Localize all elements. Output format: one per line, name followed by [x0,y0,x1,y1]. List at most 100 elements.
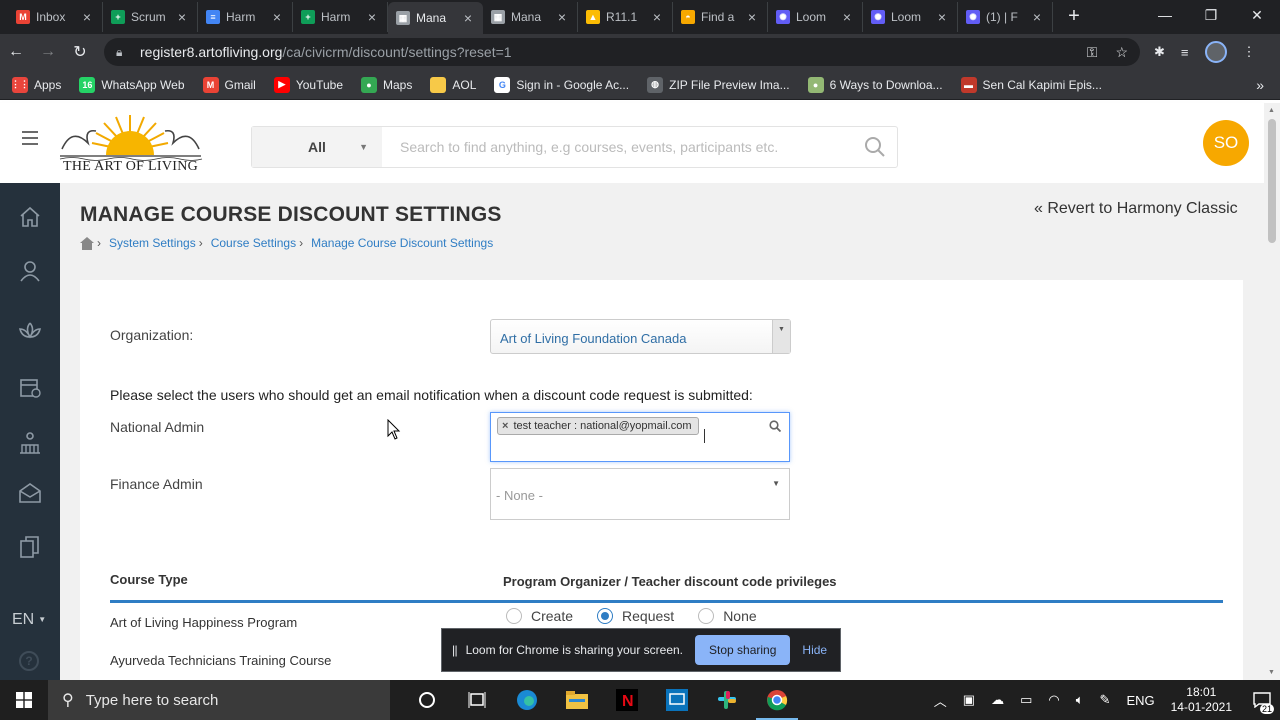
close-window-icon[interactable]: ✕ [1234,0,1280,30]
mail-icon[interactable] [18,481,42,505]
cortana-icon[interactable] [402,680,452,720]
taskbar-search[interactable]: ⚲ Type here to search [48,680,390,720]
page-scrollbar[interactable]: ▲ ▼ [1264,103,1280,680]
pen-icon[interactable]: ✎ [1100,692,1111,708]
slack-icon[interactable] [702,680,752,720]
chrome-icon[interactable] [752,680,802,720]
browser-tab[interactable]: ✺ (1) | F × [958,2,1053,32]
people-icon[interactable] [18,259,42,283]
close-tab-icon[interactable]: × [840,9,854,25]
bookmark-item[interactable]: G Sign in - Google Ac... [494,76,629,93]
edge-icon[interactable] [502,680,552,720]
organization-icon[interactable] [18,431,42,455]
browser-tab[interactable]: + Harm × [293,2,388,32]
onedrive-icon[interactable]: ☁ [991,692,1004,708]
minimize-icon[interactable]: — [1142,0,1188,30]
close-tab-icon[interactable]: × [745,9,759,25]
battery-icon[interactable]: ▭ [1020,692,1032,708]
wifi-icon[interactable]: ◠ [1048,692,1059,708]
key-icon[interactable]: ⚿ [1087,44,1098,61]
back-arrow-icon[interactable]: ← [0,43,32,61]
stop-sharing-button[interactable]: Stop sharing [695,635,791,665]
forward-arrow-icon[interactable]: → [32,43,64,61]
search-icon[interactable] [853,127,897,167]
reload-icon[interactable]: ↻ [64,42,96,62]
browser-tab[interactable]: ✺ Loom × [768,2,863,32]
organization-select[interactable]: Art of Living Foundation Canada ▼ [490,319,791,354]
close-tab-icon[interactable]: × [555,9,569,25]
documents-icon[interactable] [18,535,42,559]
search-input[interactable] [382,127,853,167]
art-of-living-logo[interactable]: THE ART OF LIVING [58,111,203,177]
browser-tab[interactable]: M Inbox × [8,2,103,32]
browser-tab[interactable]: ▦ Mana × [388,2,483,34]
task-view-icon[interactable] [452,680,502,720]
breadcrumb-current[interactable]: Manage Course Discount Settings [311,236,493,250]
browser-tab[interactable]: ≡ Harm × [198,2,293,32]
bookmark-item[interactable]: ● 6 Ways to Downloa... [807,76,943,93]
revert-link[interactable]: « Revert to Harmony Classic [1034,200,1238,218]
clock[interactable]: 18:01 14-01-2021 [1171,685,1232,715]
remove-chip-icon[interactable]: × [502,420,508,432]
star-icon[interactable]: ☆ [1115,44,1128,61]
scrollbar-thumb[interactable] [1268,119,1276,243]
volume-icon[interactable]: 🔈︎ [1076,692,1084,708]
scroll-up-icon[interactable]: ▲ [1268,107,1275,114]
browser-tab[interactable]: + Scrum × [103,2,198,32]
breadcrumb-home-icon[interactable] [80,236,94,250]
bookmark-item[interactable]: ▶ YouTube [273,76,343,93]
close-tab-icon[interactable]: × [461,10,475,26]
close-tab-icon[interactable]: × [365,9,379,25]
user-avatar[interactable]: SO [1203,120,1249,166]
input-language[interactable]: ENG [1126,693,1154,708]
search-category-select[interactable]: All ▼ [252,127,382,167]
browser-tab[interactable]: ✺ Loom × [863,2,958,32]
windows-start-icon[interactable] [0,680,48,720]
new-tab-button[interactable]: + [1059,5,1089,28]
radio-button-selected[interactable] [597,608,614,624]
radio-none[interactable]: None [698,608,757,624]
close-tab-icon[interactable]: × [1030,9,1044,25]
national-admin-multiselect[interactable]: × test teacher : national@yopmail.com [490,412,790,462]
bookmarks-overflow-icon[interactable]: » [1256,77,1264,93]
menu-kebab-icon[interactable]: ⋮ [1243,44,1256,60]
browser-tab[interactable]: ▦ Mana × [483,2,578,32]
netflix-icon[interactable]: N [602,680,652,720]
bookmark-item[interactable]: 16 WhatsApp Web [79,76,185,93]
breadcrumb-system-settings[interactable]: System Settings [109,236,196,250]
radio-request[interactable]: Request [597,608,674,624]
breadcrumb-course-settings[interactable]: Course Settings [211,236,296,250]
extensions-puzzle-icon[interactable]: ✱ [1154,44,1165,60]
radio-button[interactable] [698,608,715,624]
close-tab-icon[interactable]: × [935,9,949,25]
media-queue-icon[interactable]: ≡ [1181,45,1189,60]
radio-create[interactable]: Create [506,608,573,624]
scroll-down-icon[interactable]: ▼ [1268,669,1275,676]
browser-tab[interactable]: ◓ Find a × [673,2,768,32]
help-icon[interactable]: ? [19,651,39,671]
home-icon[interactable] [18,205,42,229]
address-bar[interactable]: 🔒︎ register8.artofliving.org/ca/civicrm/… [104,38,1140,66]
remote-desktop-icon[interactable] [652,680,702,720]
bookmark-item[interactable]: ● Maps [361,76,412,93]
bookmark-item[interactable]: ⋮⋮ Apps [11,76,61,93]
bookmark-item[interactable]: M Gmail [202,76,256,93]
file-explorer-icon[interactable] [552,680,602,720]
close-tab-icon[interactable]: × [80,9,94,25]
close-tab-icon[interactable]: × [175,9,189,25]
meet-now-icon[interactable]: ▣ [963,692,975,708]
hamburger-menu-icon[interactable] [22,131,38,149]
show-hidden-icons-icon[interactable]: ︿ [934,691,947,710]
browser-tab[interactable]: ▲ R11.1 × [578,2,673,32]
notification-center-icon[interactable]: 21 [1244,680,1280,720]
profile-avatar[interactable] [1204,41,1227,63]
calendar-icon[interactable] [18,375,42,399]
finance-admin-select[interactable]: - None - ▼ [490,468,790,520]
bookmark-item[interactable]: AOL [430,76,476,93]
close-tab-icon[interactable]: × [270,9,284,25]
hide-button[interactable]: Hide [802,643,827,657]
language-selector[interactable]: EN ▼ [12,611,46,629]
bookmark-item[interactable]: ◍ ZIP File Preview Ima... [647,76,790,93]
bookmark-item[interactable]: ▬ Sen Cal Kapimi Epis... [960,76,1102,93]
radio-button[interactable] [506,608,522,624]
